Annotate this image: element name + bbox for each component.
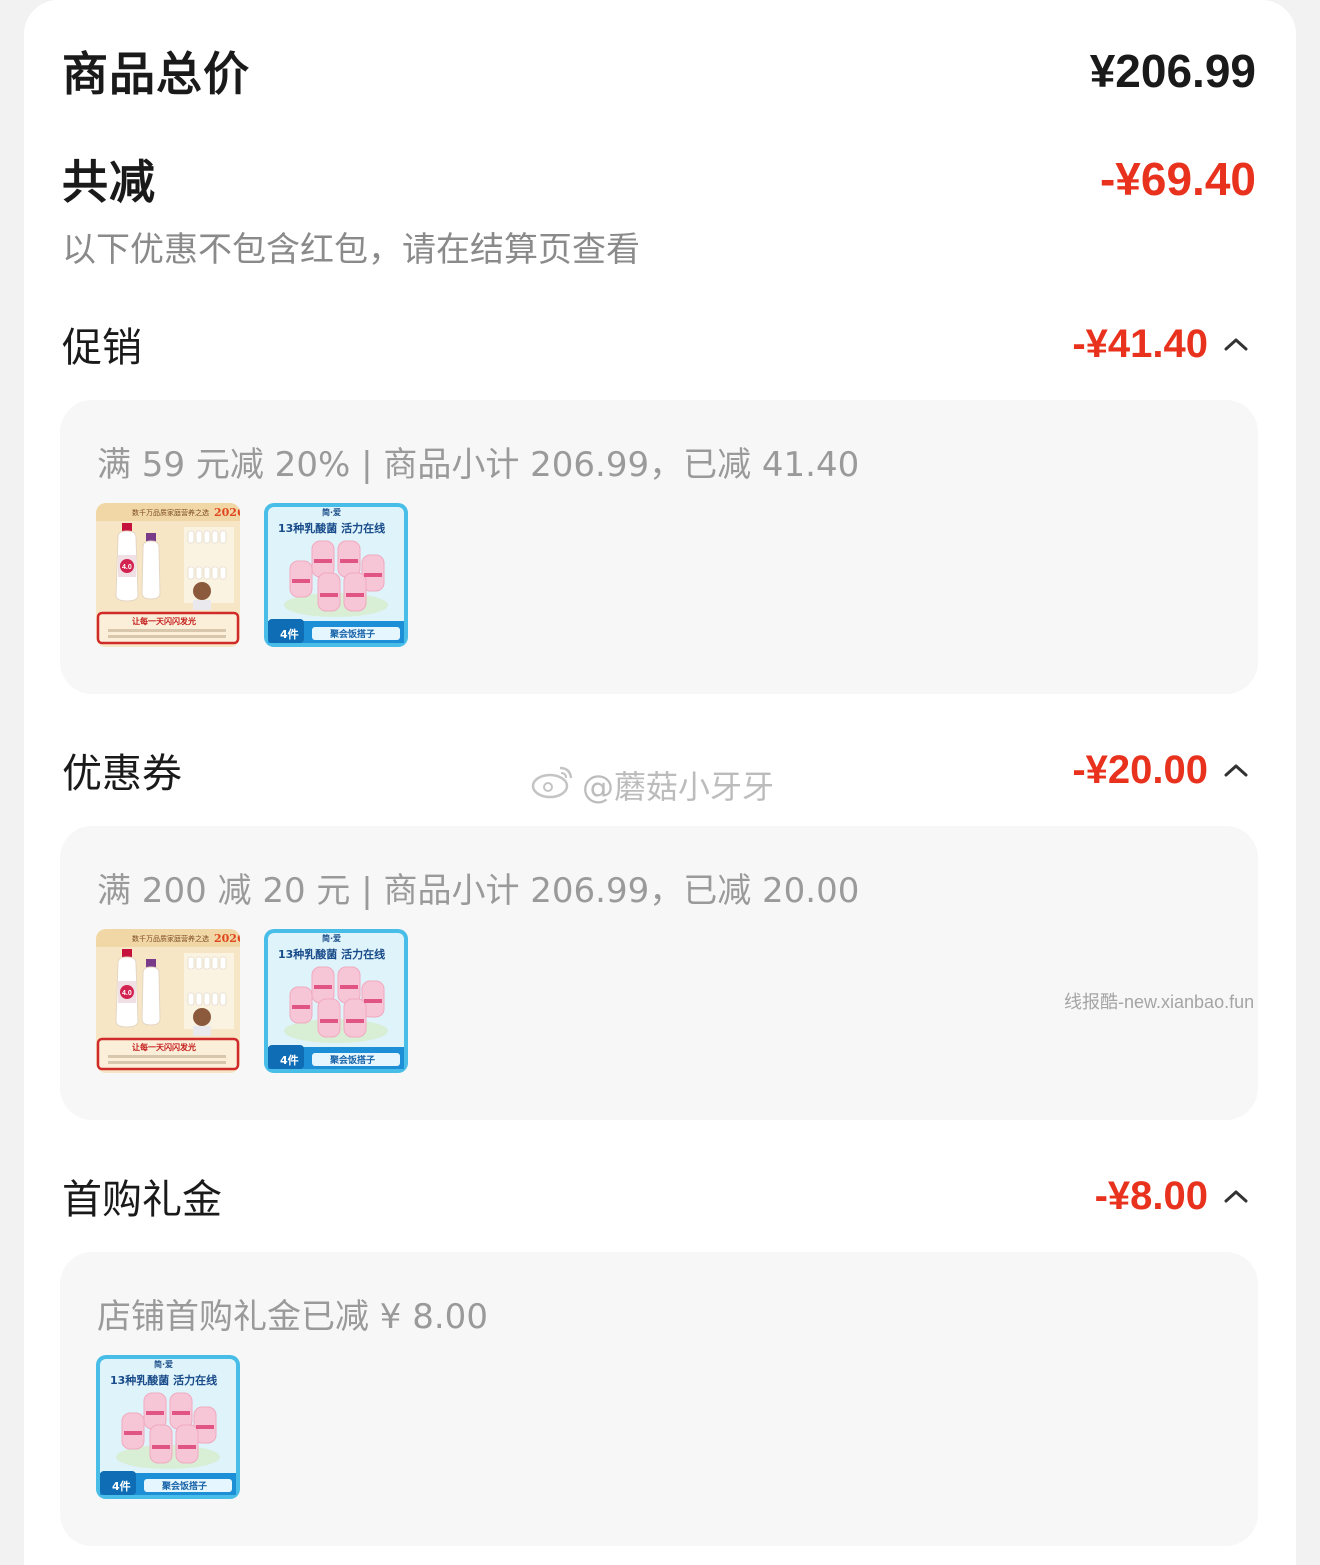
total-price-label: 商品总价 (62, 47, 250, 101)
milk-caption: 让每一天闪闪发光 (132, 616, 196, 626)
chevron-up-icon[interactable] (1216, 750, 1256, 790)
chevron-up-icon[interactable] (1216, 324, 1256, 364)
section-label: 优惠券 (62, 751, 182, 797)
lactic-brand: 简·爱 (154, 1359, 173, 1369)
section-first-purchase-header[interactable]: 首购礼金 -¥8.00 (62, 1170, 1256, 1223)
site-watermark: 线报酷-new.xianbao.fun (1064, 992, 1255, 1012)
weibo-watermark-text: @蘑菇小牙牙 (582, 768, 775, 806)
first-purchase-detail-panel: 店铺首购礼金已减 ¥ 8.00 简·爱 13种乳酸菌 活力在线 4件 聚会饭搭子 (60, 1252, 1258, 1546)
section-amount: -¥41.40 (1072, 321, 1208, 366)
total-discount-label: 共减 (62, 155, 156, 209)
first-purchase-detail-text: 店铺首购礼金已减 ¥ 8.00 (97, 1297, 488, 1337)
lactic-headline: 13种乳酸菌 活力在线 (110, 1373, 217, 1387)
total-discount-value: -¥69.40 (1099, 153, 1256, 205)
promotion-detail-text: 满 59 元减 20% | 商品小计 206.99，已减 41.40 (97, 445, 860, 485)
lactic-tag: 聚会饭搭子 (161, 1480, 207, 1492)
weibo-watermark: @蘑菇小牙牙 (530, 762, 774, 808)
total-price-row: 商品总价 ¥206.99 (62, 42, 1256, 101)
lactic-count: 4件 (112, 1479, 131, 1493)
lactic-tag: 聚会饭搭子 (329, 628, 375, 640)
lactic-count: 4件 (280, 1053, 299, 1067)
milk-badge: 4.0 (122, 990, 132, 997)
promotion-detail-panel: 满 59 元减 20% | 商品小计 206.99，已减 41.40 数千万品质… (60, 400, 1258, 694)
milk-year: 2026 (214, 932, 240, 945)
milk-badge: 4.0 (122, 564, 132, 571)
lactic-brand: 简·爱 (322, 933, 341, 943)
total-price-value: ¥206.99 (1089, 45, 1256, 97)
section-amount: -¥20.00 (1072, 747, 1208, 792)
section-amount: -¥8.00 (1094, 1173, 1208, 1218)
product-thumbnail-milk[interactable]: 数千万品质家庭营养之选 2026 4.0 让每一天闪闪发光 (96, 503, 240, 647)
lactic-headline: 13种乳酸菌 活力在线 (278, 947, 385, 961)
section-label: 促销 (62, 325, 142, 371)
milk-caption: 让每一天闪闪发光 (132, 1042, 196, 1052)
coupon-detail-text: 满 200 减 20 元 | 商品小计 206.99，已减 20.00 (97, 871, 860, 911)
lactic-headline: 13种乳酸菌 活力在线 (278, 521, 385, 535)
section-promotion-header[interactable]: 促销 -¥41.40 (62, 318, 1256, 371)
lactic-count: 4件 (280, 627, 299, 641)
milk-banner: 数千万品质家庭营养之选 (132, 508, 209, 517)
product-thumbnail-lactic[interactable]: 简·爱 13种乳酸菌 活力在线 4件 聚会饭搭子 (264, 929, 408, 1073)
weibo-icon (530, 762, 576, 808)
milk-banner: 数千万品质家庭营养之选 (132, 934, 209, 943)
total-discount-row: 共减 -¥69.40 (62, 150, 1256, 209)
product-thumbnail-milk[interactable]: 数千万品质家庭营养之选 2026 4.0 让每一天闪闪发光 (96, 929, 240, 1073)
chevron-up-icon[interactable] (1216, 1176, 1256, 1216)
product-thumbnail-lactic[interactable]: 简·爱 13种乳酸菌 活力在线 4件 聚会饭搭子 (264, 503, 408, 647)
milk-year: 2026 (214, 506, 240, 519)
lactic-tag: 聚会饭搭子 (329, 1054, 375, 1066)
product-thumbnail-lactic[interactable]: 简·爱 13种乳酸菌 活力在线 4件 聚会饭搭子 (96, 1355, 240, 1499)
section-label: 首购礼金 (62, 1177, 222, 1223)
lactic-brand: 简·爱 (322, 507, 341, 517)
coupon-detail-panel: 满 200 减 20 元 | 商品小计 206.99，已减 20.00 数千万品… (60, 826, 1258, 1120)
discount-note: 以下优惠不包含红包，请在结算页查看 (62, 230, 640, 270)
